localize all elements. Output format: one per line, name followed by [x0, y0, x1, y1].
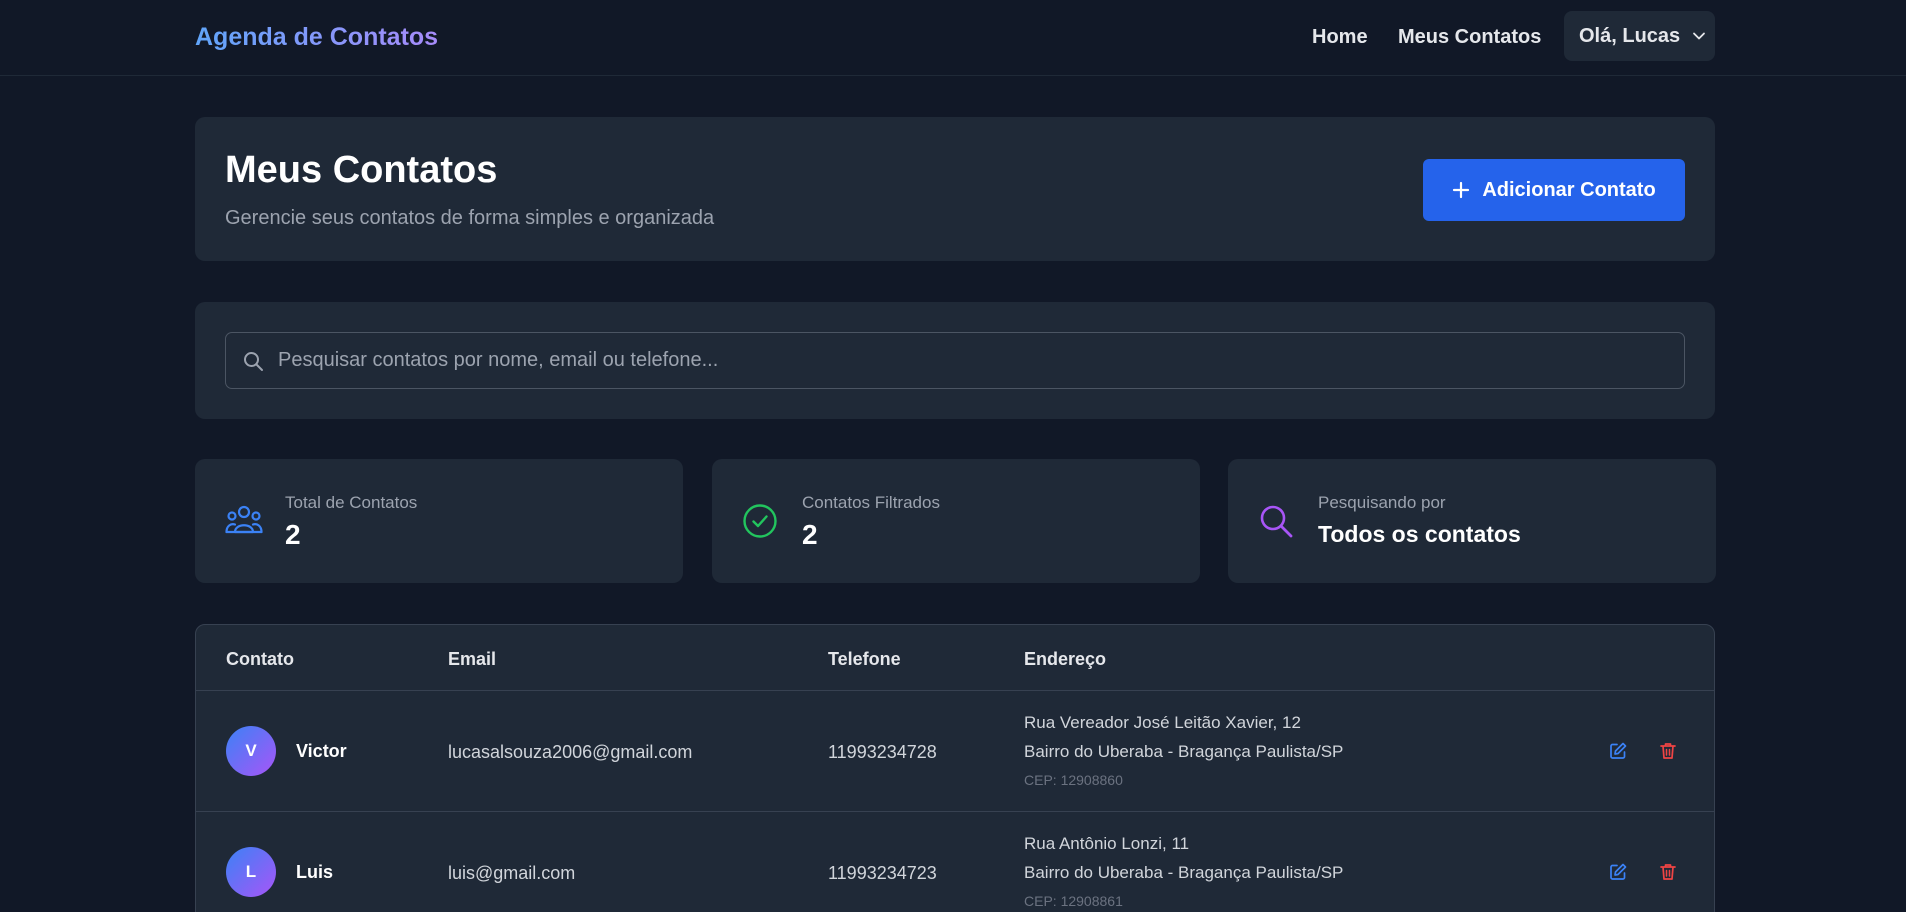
stat-label-total: Total de Contatos	[285, 493, 418, 512]
users-icon	[225, 503, 263, 544]
contact-address-street: Rua Antônio Lonzi, 11	[1024, 834, 1190, 853]
column-header-endereco: Endereço	[1024, 649, 1107, 669]
contact-address-street: Rua Vereador José Leitão Xavier, 12	[1024, 713, 1301, 732]
contact-address-city: Bairro do Uberaba - Bragança Paulista/SP	[1024, 742, 1344, 761]
search-input[interactable]	[264, 333, 1684, 388]
check-circle-icon	[742, 503, 778, 544]
page-title: Meus Contatos	[225, 149, 498, 191]
column-header-email: Email	[448, 649, 497, 669]
search-card	[195, 302, 1715, 419]
column-header-contato: Contato	[226, 649, 294, 669]
contacts-table: Contato Email Telefone Endereço V Victor…	[195, 624, 1715, 912]
trash-icon[interactable]	[1658, 862, 1678, 882]
search-icon	[244, 351, 263, 371]
navbar: Agenda de Contatos Home Meus Contatos Ol…	[0, 0, 1906, 76]
contact-email: lucasalsouza2006@gmail.com	[448, 742, 693, 762]
contact-email: luis@gmail.com	[448, 863, 576, 883]
stat-card-total: Total de Contatos 2	[195, 459, 683, 583]
search-box	[225, 332, 1685, 389]
trash-icon[interactable]	[1658, 741, 1678, 761]
avatar: V	[226, 726, 276, 776]
stat-value-search: Todos os contatos	[1318, 521, 1521, 547]
stat-label-filtered: Contatos Filtrados	[802, 493, 940, 512]
stat-card-search: Pesquisando por Todos os contatos	[1228, 459, 1716, 583]
page-subtitle: Gerencie seus contatos de forma simples …	[225, 207, 715, 229]
add-contact-button[interactable]: Adicionar Contato	[1423, 159, 1685, 221]
nav-link-meus-contatos[interactable]: Meus Contatos	[1398, 26, 1541, 49]
avatar: L	[226, 847, 276, 897]
nav-link-home[interactable]: Home	[1312, 26, 1368, 49]
contact-name: Luis	[296, 862, 334, 882]
contact-name: Victor	[296, 741, 347, 761]
search-icon	[1258, 503, 1294, 544]
user-greeting: Olá, Lucas	[1579, 24, 1681, 47]
table-row: V Victor lucasalsouza2006@gmail.com 1199…	[196, 691, 1714, 812]
user-menu-button[interactable]: Olá, Lucas	[1564, 11, 1715, 61]
page-header-card: Meus Contatos Gerencie seus contatos de …	[195, 117, 1715, 261]
contact-address-city: Bairro do Uberaba - Bragança Paulista/SP	[1024, 863, 1344, 882]
contact-address-cep: CEP: 12908861	[1024, 893, 1123, 909]
column-header-telefone: Telefone	[828, 649, 901, 669]
contact-phone: 11993234728	[828, 742, 937, 762]
contact-phone: 11993234723	[828, 863, 937, 883]
edit-icon[interactable]	[1608, 741, 1628, 761]
table-row: L Luis luis@gmail.com 11993234723 Rua An…	[196, 812, 1714, 912]
chevron-down-icon	[1693, 32, 1706, 40]
plus-icon	[1452, 181, 1470, 199]
brand-logo[interactable]: Agenda de Contatos	[195, 23, 438, 52]
contact-address-cep: CEP: 12908860	[1024, 772, 1123, 788]
stat-label-search: Pesquisando por	[1318, 493, 1446, 512]
table-header: Contato Email Telefone Endereço	[196, 625, 1714, 691]
stat-card-filtered: Contatos Filtrados 2	[712, 459, 1200, 583]
stat-value-total: 2	[285, 519, 301, 550]
edit-icon[interactable]	[1608, 862, 1628, 882]
add-contact-label: Adicionar Contato	[1482, 178, 1656, 201]
stat-value-filtered: 2	[802, 519, 818, 550]
